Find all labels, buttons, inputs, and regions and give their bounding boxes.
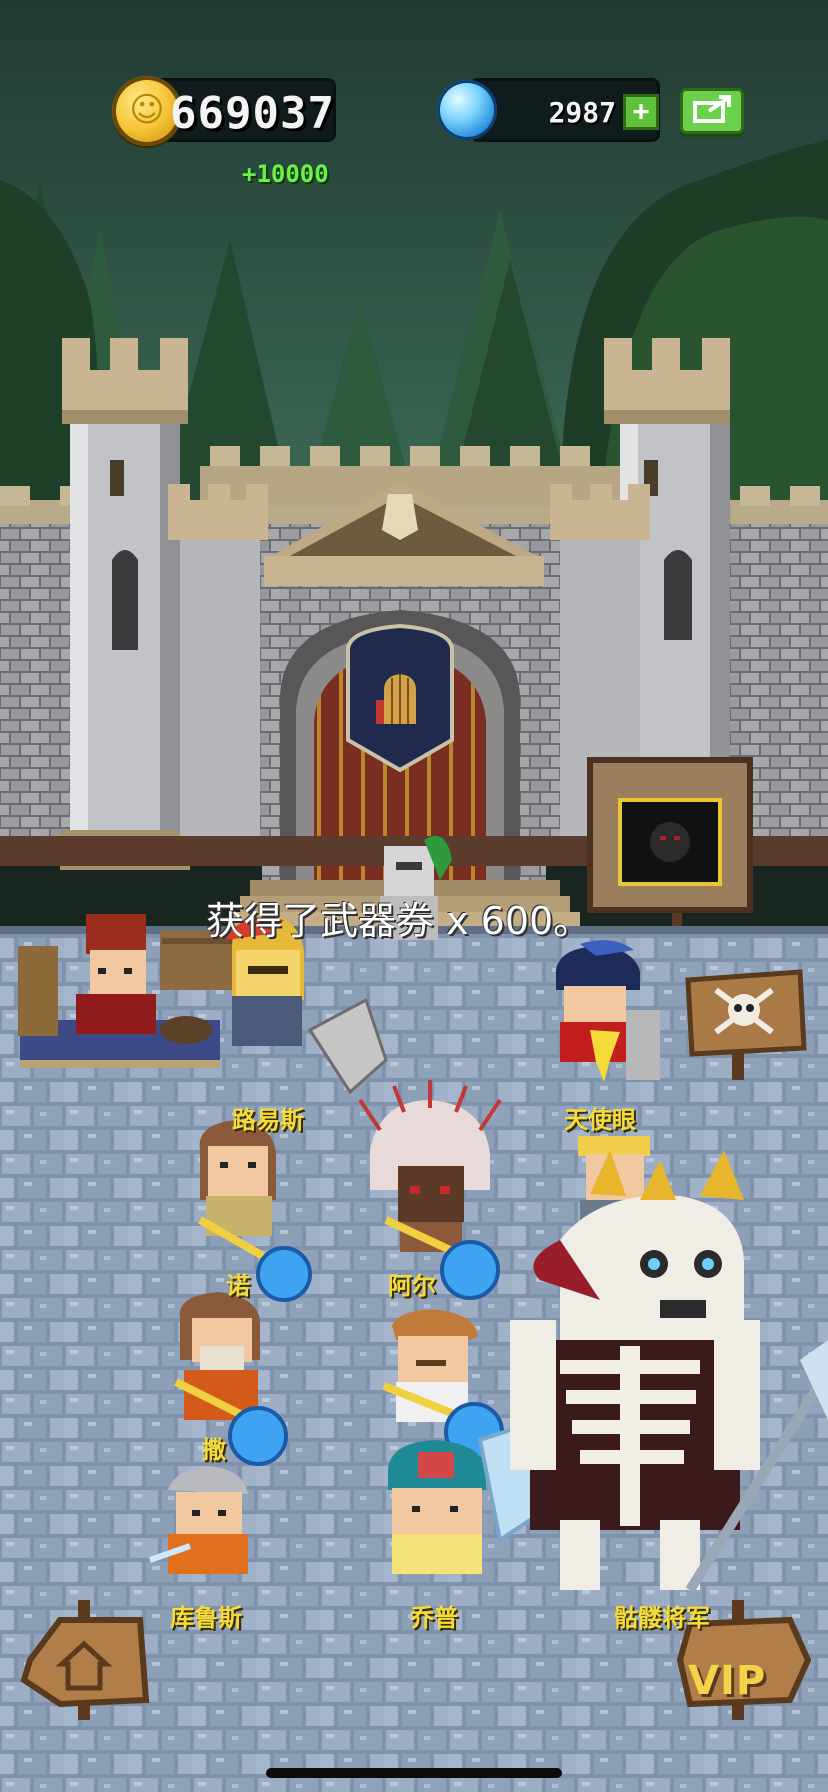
gold-gain: +10000	[242, 160, 329, 188]
hero-name-aer[interactable]: 阿尔	[388, 1266, 436, 1301]
share-icon	[693, 95, 731, 123]
share-button[interactable]	[680, 88, 744, 134]
vip-label: VIP	[688, 1658, 767, 1704]
hero-name-louis[interactable]: 路易斯	[232, 1100, 304, 1135]
reward-message: 获得了武器券 x 600。	[206, 899, 592, 943]
hero-name-sa[interactable]: 撒	[202, 1430, 226, 1465]
hero-name-angel-eye[interactable]: 天使眼	[564, 1100, 636, 1135]
home-indicator[interactable]	[266, 1768, 562, 1778]
hero-name-nuo[interactable]: 诺	[226, 1266, 250, 1301]
hero-name-qiaopu[interactable]: 乔普	[410, 1598, 458, 1633]
gold-amount: 669037	[170, 88, 335, 139]
gem-amount: 2987	[548, 96, 616, 129]
add-gems-button[interactable]: +	[623, 94, 659, 130]
home-sign-button[interactable]	[22, 1620, 152, 1730]
vip-sign-button[interactable]: VIP	[680, 1620, 810, 1730]
house-icon	[22, 1620, 23, 1621]
hero-name-krus[interactable]: 库鲁斯	[170, 1598, 242, 1633]
game-screen: 669037 +10000 2987 + 获得了武器券 x 600。 路易斯 天…	[0, 0, 828, 1792]
gem-icon	[437, 80, 497, 140]
